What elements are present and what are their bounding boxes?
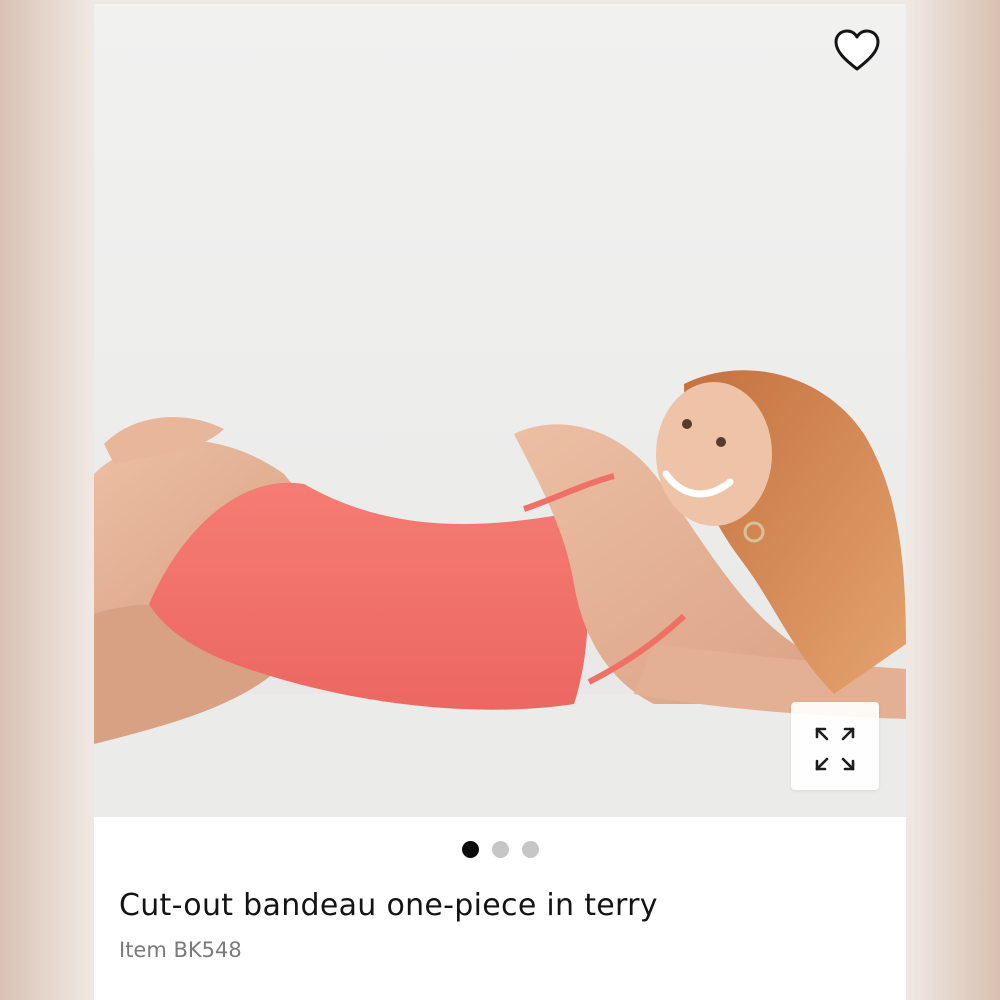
expand-arrows-icon — [815, 727, 855, 771]
carousel-indicators — [94, 841, 906, 858]
favorite-button[interactable] — [832, 26, 882, 76]
expand-image-button[interactable] — [791, 702, 879, 790]
product-title: Cut-out bandeau one-piece in terry — [119, 888, 658, 923]
heart-outline-icon — [834, 29, 880, 71]
page-background: Cut-out bandeau one-piece in terry Item … — [0, 0, 1000, 1000]
carousel-dot-3[interactable] — [521, 841, 539, 858]
item-code: BK548 — [173, 938, 242, 962]
item-number: Item BK548 — [119, 938, 242, 962]
item-label: Item — [119, 938, 167, 962]
carousel-dot-1[interactable] — [461, 841, 479, 858]
product-image[interactable] — [94, 4, 906, 817]
product-card: Cut-out bandeau one-piece in terry Item … — [94, 4, 906, 1000]
product-photo — [94, 370, 906, 817]
carousel-dot-2[interactable] — [491, 841, 509, 858]
